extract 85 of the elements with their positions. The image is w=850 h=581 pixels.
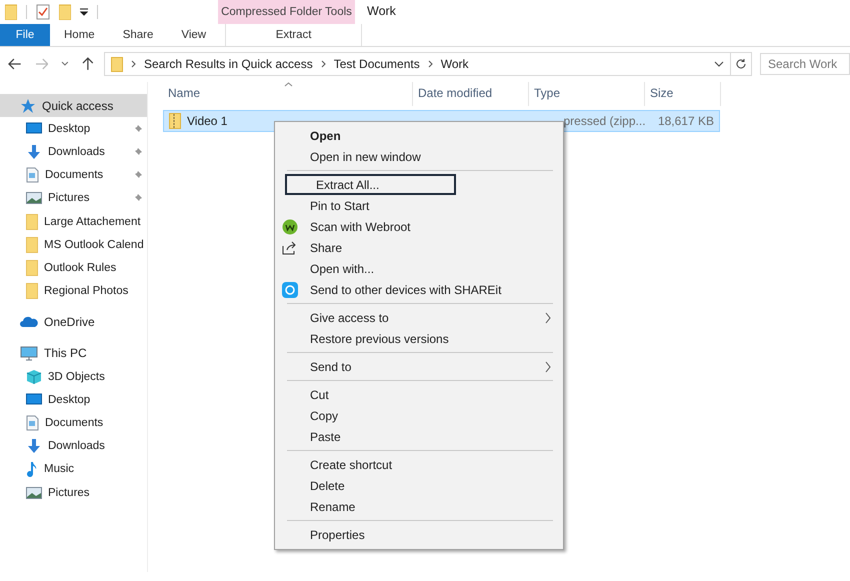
sidebar-item[interactable]: This PC bbox=[0, 342, 147, 366]
sidebar-item[interactable]: Documents bbox=[0, 411, 147, 435]
folder-icon bbox=[26, 236, 38, 253]
sidebar-item[interactable]: Downloads bbox=[0, 140, 147, 164]
breadcrumb[interactable]: Test Documents bbox=[334, 57, 420, 71]
chevron-icon bbox=[428, 60, 433, 68]
download-icon bbox=[26, 438, 42, 454]
column-header[interactable]: Type bbox=[529, 82, 645, 106]
address-bar[interactable]: Search Results in Quick access Test Documents Work bbox=[104, 52, 732, 76]
sidebar-item[interactable]: Desktop bbox=[0, 388, 147, 412]
type-cell-text: pressed (zipp... bbox=[562, 113, 644, 130]
desktop-icon bbox=[26, 122, 42, 136]
sidebar-item[interactable]: 3D Objects bbox=[0, 365, 147, 388]
sidebar-item[interactable]: Music bbox=[0, 458, 147, 481]
menu-item[interactable]: Restore previous versions bbox=[277, 328, 561, 349]
refresh-icon bbox=[735, 58, 748, 70]
recent-locations-icon[interactable] bbox=[61, 61, 70, 67]
column-header[interactable]: Date modified bbox=[413, 82, 529, 106]
chevron-icon bbox=[130, 60, 136, 68]
sidebar-item[interactable]: Regional Photos bbox=[0, 280, 147, 303]
picture-icon bbox=[26, 192, 42, 204]
sidebar-item[interactable]: MS Outlook Calend bbox=[0, 233, 147, 256]
menu-item[interactable]: Pin to Start bbox=[277, 195, 561, 216]
column-header[interactable]: Name bbox=[163, 82, 413, 106]
cube-icon bbox=[26, 368, 42, 385]
dropdown-icon[interactable] bbox=[714, 61, 724, 67]
sidebar-item[interactable]: Documents bbox=[0, 164, 147, 187]
chevron-icon bbox=[320, 60, 326, 68]
back-icon[interactable] bbox=[8, 58, 22, 70]
menu-item[interactable]: Properties bbox=[277, 524, 561, 545]
shareit-icon bbox=[282, 282, 298, 298]
cloud-icon bbox=[20, 316, 38, 328]
properties-icon[interactable] bbox=[36, 4, 50, 20]
sidebar-item[interactable]: Desktop bbox=[0, 117, 147, 140]
sidebar-item[interactable]: Pictures bbox=[0, 481, 147, 504]
context-tab-group-label: Compressed Folder Tools bbox=[218, 0, 355, 24]
menu-item[interactable]: Send to bbox=[277, 356, 561, 377]
menu-item[interactable]: Share bbox=[277, 237, 561, 258]
menu-item[interactable]: Rename bbox=[277, 496, 561, 517]
desktop-icon bbox=[26, 393, 42, 406]
refresh-button[interactable] bbox=[731, 52, 752, 76]
star-icon bbox=[20, 98, 36, 114]
sidebar-item[interactable]: Large Attachement bbox=[0, 210, 147, 234]
music-note-icon bbox=[26, 461, 38, 478]
sidebar-item[interactable]: Pictures bbox=[0, 186, 147, 210]
size-cell-text: 18,617 KB bbox=[656, 113, 715, 130]
up-icon[interactable] bbox=[82, 57, 94, 71]
sidebar-item[interactable]: Downloads bbox=[0, 434, 147, 458]
column-header[interactable]: Size bbox=[645, 82, 721, 106]
sidebar-item[interactable]: Outlook Rules bbox=[0, 256, 147, 280]
menu-item[interactable]: Copy bbox=[277, 405, 561, 426]
share-icon bbox=[282, 240, 298, 254]
menu-item[interactable]: Paste bbox=[277, 426, 561, 447]
file-name: Video 1 bbox=[187, 114, 228, 128]
breadcrumb[interactable]: Work bbox=[440, 57, 469, 71]
breadcrumb[interactable]: Search Results in Quick access bbox=[144, 57, 313, 71]
folder-icon bbox=[110, 56, 123, 72]
folder-icon bbox=[26, 214, 38, 230]
computer-icon bbox=[20, 346, 38, 361]
menu-item[interactable]: Cut bbox=[277, 384, 561, 405]
window-title: Work bbox=[366, 3, 397, 20]
menu-item[interactable]: Open with... bbox=[277, 258, 561, 279]
menu-item[interactable]: Delete bbox=[277, 475, 561, 496]
menu-item[interactable]: Extract All... bbox=[285, 174, 456, 195]
sort-ascending-icon bbox=[284, 82, 293, 87]
dropdown-icon[interactable] bbox=[80, 7, 88, 17]
ribbon-tab[interactable]: File bbox=[0, 24, 50, 46]
menu-item[interactable]: Create shortcut bbox=[277, 454, 561, 475]
sidebar-item[interactable]: Quick access bbox=[0, 94, 147, 118]
webroot-icon bbox=[282, 218, 298, 234]
document-icon bbox=[26, 415, 39, 432]
zip-folder-icon bbox=[169, 113, 181, 129]
ribbon-tab[interactable]: Extract bbox=[225, 24, 362, 46]
search-field[interactable]: Search Work bbox=[760, 53, 850, 75]
menu-item[interactable]: Give access to bbox=[277, 307, 561, 328]
sidebar-item[interactable]: OneDrive bbox=[0, 310, 147, 334]
menu-item[interactable]: Scan with Webroot bbox=[277, 216, 561, 237]
menu-item[interactable]: Open bbox=[277, 125, 561, 146]
download-icon bbox=[26, 144, 42, 160]
menu-item[interactable]: Open in new window bbox=[277, 146, 561, 167]
folder-icon bbox=[26, 260, 38, 276]
folder-icon bbox=[26, 283, 38, 300]
document-icon bbox=[26, 167, 39, 184]
picture-icon bbox=[26, 486, 42, 499]
menu-item[interactable]: Send to other devices with SHAREit bbox=[277, 279, 561, 300]
